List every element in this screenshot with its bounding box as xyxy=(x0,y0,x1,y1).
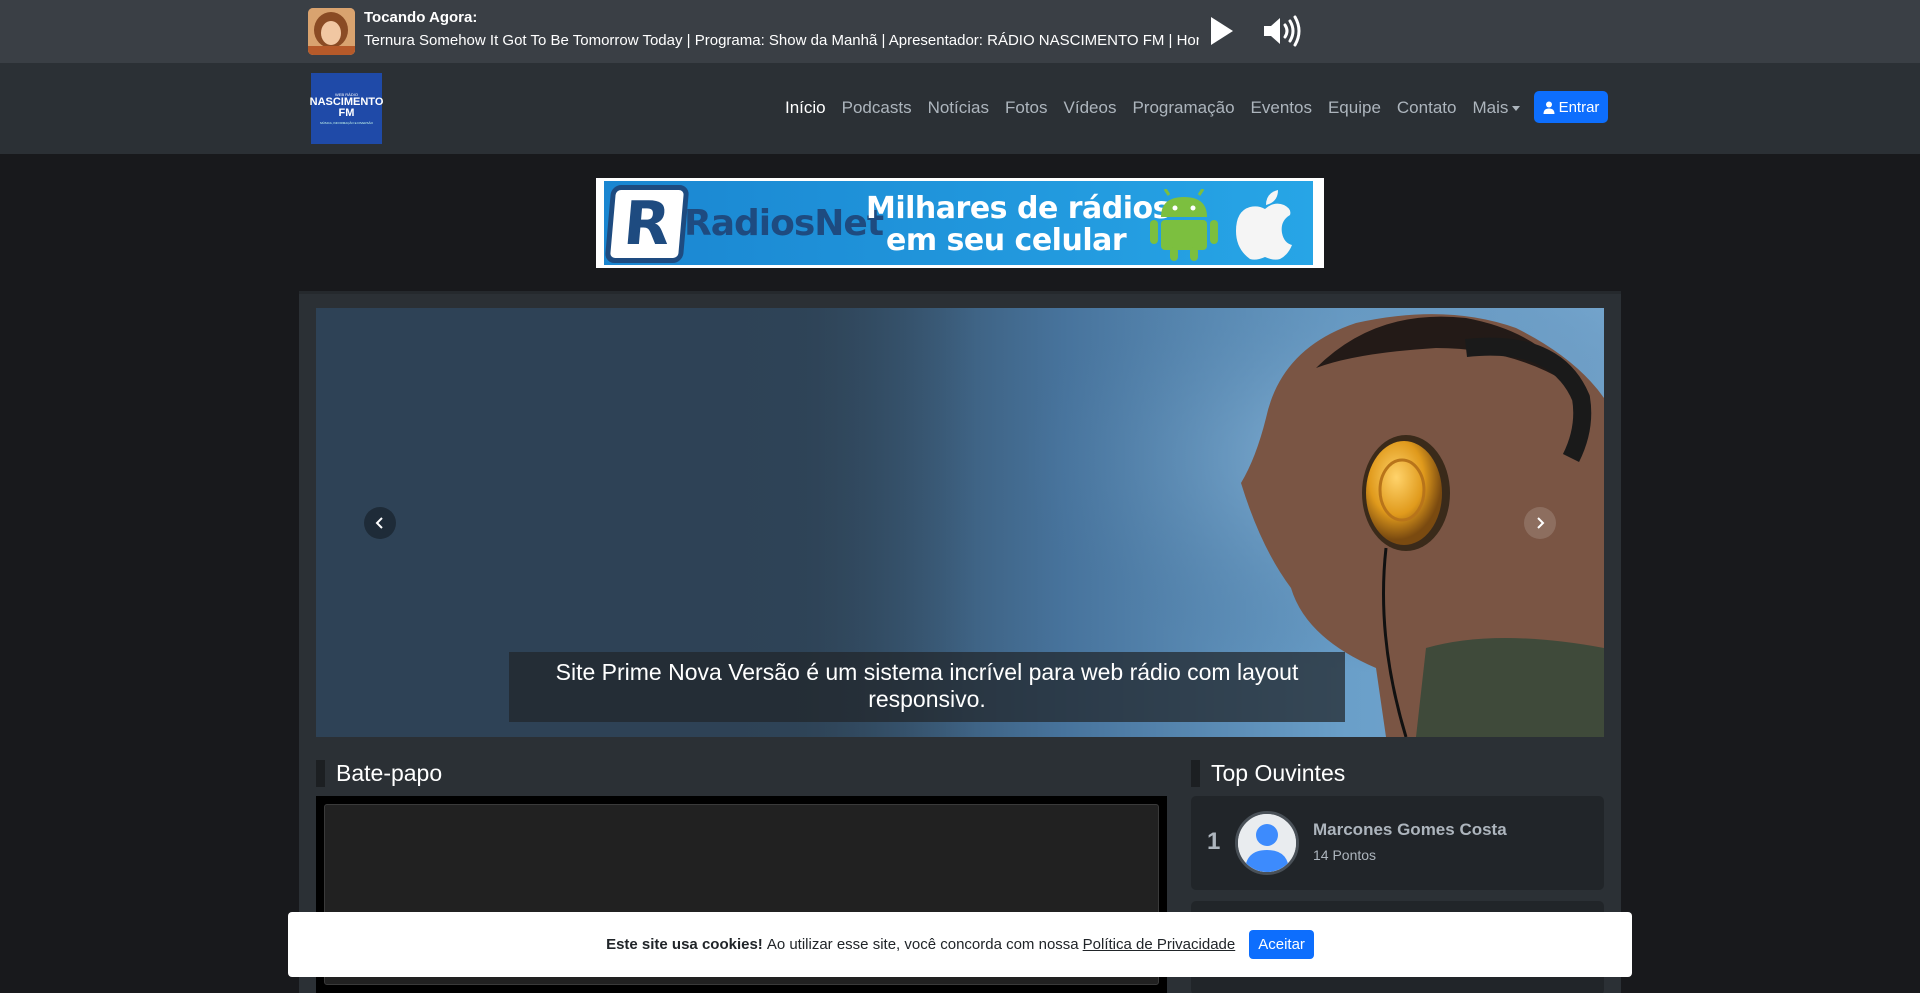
nav-dropdown-mais[interactable]: Mais xyxy=(1464,96,1528,120)
site-logo[interactable]: WEB RÁDIO NASCIMENTO FM MÚSICA, INFORMAÇ… xyxy=(310,73,383,144)
nav-mais-label: Mais xyxy=(1472,98,1509,117)
nav-link-eventos[interactable]: Eventos xyxy=(1243,96,1320,120)
cookie-consent-bar: Este site usa cookies! Ao utilizar esse … xyxy=(288,912,1632,977)
android-icon xyxy=(1150,189,1218,261)
volume-icon xyxy=(1264,15,1301,47)
ad-banner[interactable]: R RadiosNet Milhares de rádios em seu ce… xyxy=(596,178,1324,268)
play-icon xyxy=(1211,17,1233,45)
album-cover xyxy=(308,8,355,55)
nav-menu: Início Podcasts Notícias Fotos Vídeos Pr… xyxy=(777,96,1528,120)
chat-section-title: Bate-papo xyxy=(316,760,442,787)
track-info: Ternura Somehow It Got To Be Tomorrow To… xyxy=(364,32,1199,49)
radiosnet-logo: R xyxy=(604,185,690,263)
ad-line1: Milhares de rádios xyxy=(866,191,1171,226)
carousel-prev-button[interactable] xyxy=(364,507,396,539)
chevron-left-icon xyxy=(375,517,383,529)
nav-link-fotos[interactable]: Fotos xyxy=(997,96,1056,120)
nav-link-podcasts[interactable]: Podcasts xyxy=(834,96,920,120)
cookie-title: Este site usa cookies! xyxy=(606,936,763,953)
avatar xyxy=(1235,811,1299,875)
nav-link-noticias[interactable]: Notícias xyxy=(920,96,997,120)
user-avatar-icon xyxy=(1238,814,1296,872)
nav-link-programacao[interactable]: Programação xyxy=(1124,96,1242,120)
logo-tagline: MÚSICA, INFORMAÇÃO E DIVERSÃO xyxy=(320,121,373,125)
listener-rank: 1 xyxy=(1207,828,1221,855)
listener-card[interactable]: 1 Marcones Gomes Costa 14 Pontos xyxy=(1191,796,1604,890)
carousel-caption: Site Prime Nova Versão é um sistema incr… xyxy=(509,652,1345,722)
accept-cookies-button[interactable]: Aceitar xyxy=(1249,930,1314,959)
top-listeners-title-text: Top Ouvintes xyxy=(1211,760,1346,786)
play-button[interactable] xyxy=(1207,15,1237,47)
chat-title-text: Bate-papo xyxy=(336,760,443,786)
ad-line2: em seu celular xyxy=(886,223,1127,258)
now-playing-bar: Tocando Agora: Ternura Somehow It Got To… xyxy=(0,0,1920,63)
login-button[interactable]: Entrar xyxy=(1534,91,1608,123)
ad-brand: RadiosNet xyxy=(684,203,884,244)
listener-points: 14 Pontos xyxy=(1313,847,1377,863)
top-listeners-title: Top Ouvintes xyxy=(1191,760,1345,787)
hero-carousel: Site Prime Nova Versão é um sistema incr… xyxy=(316,308,1604,737)
listener-name: Marcones Gomes Costa xyxy=(1313,820,1507,839)
apple-icon xyxy=(1236,190,1292,260)
carousel-next-button[interactable] xyxy=(1524,507,1556,539)
volume-button[interactable] xyxy=(1262,15,1302,47)
nav-link-equipe[interactable]: Equipe xyxy=(1320,96,1389,120)
login-label: Entrar xyxy=(1558,98,1600,116)
caret-down-icon xyxy=(1512,106,1521,112)
chevron-right-icon xyxy=(1537,517,1545,529)
nav-link-inicio[interactable]: Início xyxy=(777,96,834,120)
cookie-text: Ao utilizar esse site, você concorda com… xyxy=(766,936,1079,953)
nav-link-contato[interactable]: Contato xyxy=(1389,96,1465,120)
user-icon xyxy=(1543,101,1555,114)
now-playing-label: Tocando Agora: xyxy=(364,9,478,26)
logo-name-line2: FM xyxy=(338,107,355,119)
privacy-policy-link[interactable]: Política de Privacidade xyxy=(1083,936,1236,953)
nav-link-videos[interactable]: Vídeos xyxy=(1056,96,1125,120)
